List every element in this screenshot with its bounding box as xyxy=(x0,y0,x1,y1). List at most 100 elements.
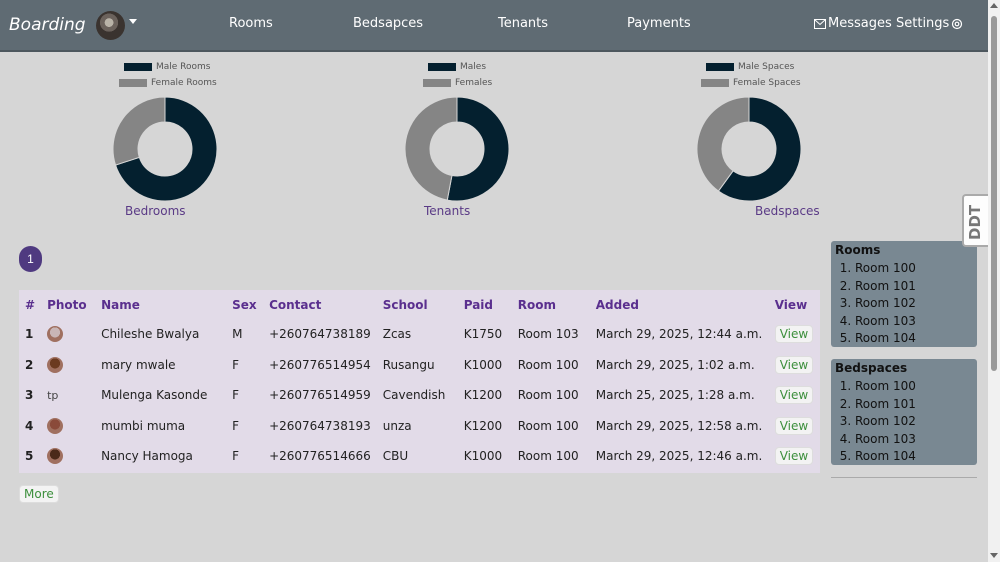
photo-cell xyxy=(41,411,95,442)
cell-paid: K1200 xyxy=(463,388,503,403)
scrollbar-thumb[interactable] xyxy=(991,16,997,371)
list-item[interactable]: Room 102 xyxy=(855,413,977,431)
cell-name: mumbi muma xyxy=(101,418,186,433)
scroll-down-icon[interactable] xyxy=(990,553,998,558)
nav-link-rooms[interactable]: Rooms xyxy=(229,16,273,31)
legend-item-male: Male Spaces xyxy=(706,62,794,72)
cell-added: March 25, 2025, 1:28 a.m. xyxy=(595,388,755,403)
cell-paid: K1750 xyxy=(463,327,503,342)
legend-item-female: Female Spaces xyxy=(701,78,801,88)
tenant-avatar xyxy=(47,326,64,343)
settings-label: Settings xyxy=(896,16,950,31)
view-cell: View xyxy=(769,350,820,381)
list-item[interactable]: Room 102 xyxy=(855,295,977,313)
chart-bedrooms: Male Rooms Female Rooms Bedrooms xyxy=(96,60,316,220)
view-button[interactable]: View xyxy=(774,325,814,344)
nav-link-bedspaces[interactable]: Bedsapces xyxy=(353,16,423,31)
view-cell: View xyxy=(769,411,820,442)
list-item[interactable]: Room 100 xyxy=(855,260,977,278)
gear-icon xyxy=(952,18,963,29)
scrollbar[interactable] xyxy=(988,0,1000,562)
cell-sex: M xyxy=(232,327,243,342)
bedspaces-panel: Bedspaces Room 100 Room 101 Room 102 Roo… xyxy=(831,359,977,465)
col-header-view: View xyxy=(774,297,808,312)
view-button[interactable]: View xyxy=(774,447,814,466)
messages-label: Messages xyxy=(828,16,892,31)
cell-school: Cavendish xyxy=(382,388,446,403)
cell-room: Room 100 xyxy=(517,449,579,464)
user-avatar[interactable] xyxy=(96,11,125,40)
list-item[interactable]: Room 103 xyxy=(855,313,977,331)
row-number: 4 xyxy=(25,418,34,433)
cell-added: March 29, 2025, 12:46 a.m. xyxy=(595,449,763,464)
donut-slice-female xyxy=(112,96,166,166)
legend-item-female: Females xyxy=(423,78,492,88)
view-button[interactable]: View xyxy=(774,386,814,405)
list-item[interactable]: Room 104 xyxy=(855,448,977,466)
view-button[interactable]: View xyxy=(774,355,814,374)
scroll-up-icon[interactable] xyxy=(990,3,998,8)
rooms-panel: Rooms Room 100 Room 101 Room 102 Room 10… xyxy=(831,241,977,347)
cell-paid: K1000 xyxy=(463,357,503,372)
cell-added: March 29, 2025, 12:58 a.m. xyxy=(595,418,763,433)
cell-contact: +260776514959 xyxy=(269,388,371,403)
page-number-button[interactable]: 1 xyxy=(19,246,42,272)
cell-school: unza xyxy=(382,418,412,433)
donut-chart xyxy=(696,96,802,202)
cell-added: March 29, 2025, 1:02 a.m. xyxy=(595,357,755,372)
cell-room: Room 100 xyxy=(517,357,579,372)
cell-room: Room 100 xyxy=(517,418,579,433)
tenant-avatar xyxy=(47,356,64,373)
cell-sex: F xyxy=(232,449,239,464)
view-cell: View xyxy=(769,319,820,350)
photo-cell xyxy=(41,350,95,381)
chart-tenants: Males Females Tenants xyxy=(388,60,608,220)
nav-link-payments[interactable]: Payments xyxy=(627,16,691,31)
chart-bedspaces: Male Spaces Female Spaces Bedspaces xyxy=(680,60,900,220)
chevron-down-icon[interactable] xyxy=(129,19,137,24)
cell-room: Room 103 xyxy=(517,327,579,342)
col-header-added: Added xyxy=(595,297,639,312)
cell-sex: F xyxy=(232,418,239,433)
tenant-avatar xyxy=(47,417,64,434)
col-header-contact: Contact xyxy=(269,297,322,312)
cell-added: March 29, 2025, 12:44 a.m. xyxy=(595,327,763,342)
row-number: 5 xyxy=(25,449,34,464)
nav-link-messages[interactable]: Messages xyxy=(814,16,892,31)
cell-room: Room 100 xyxy=(517,388,579,403)
donut-slice-female xyxy=(404,96,458,201)
list-item[interactable]: Room 101 xyxy=(855,278,977,296)
col-header-name: Name xyxy=(101,297,140,312)
cell-contact: +260776514954 xyxy=(269,357,371,372)
col-header-room: Room xyxy=(517,297,556,312)
chart-label: Bedrooms xyxy=(125,204,186,218)
cell-name: Mulenga Kasonde xyxy=(101,388,208,403)
view-button[interactable]: View xyxy=(774,416,814,435)
cell-school: Zcas xyxy=(382,327,412,342)
legend-item-female: Female Rooms xyxy=(119,78,217,88)
table-row: 1 Chileshe Bwalya M +260764738189 Zcas K1750 R… xyxy=(19,319,820,350)
cell-sex: F xyxy=(232,357,239,372)
nav-link-tenants[interactable]: Tenants xyxy=(498,16,548,31)
cell-sex: F xyxy=(232,388,239,403)
list-item[interactable]: Room 103 xyxy=(855,431,977,449)
cell-contact: +260764738193 xyxy=(269,418,371,433)
list-item[interactable]: Room 100 xyxy=(855,378,977,396)
donut-chart xyxy=(404,96,510,202)
divider xyxy=(831,477,977,478)
col-header-school: School xyxy=(382,297,428,312)
list-item[interactable]: Room 101 xyxy=(855,396,977,414)
nav-link-settings[interactable]: Settings xyxy=(896,16,963,31)
col-header-num: # xyxy=(25,297,36,312)
row-number: 1 xyxy=(25,327,34,342)
chart-label: Tenants xyxy=(424,204,471,218)
side-tab-ddt[interactable]: DDT xyxy=(962,194,988,247)
cell-school: CBU xyxy=(382,449,409,464)
table-row: 5 Nancy Hamoga F +260776514666 CBU K1000 Room … xyxy=(19,441,820,472)
list-item[interactable]: Room 104 xyxy=(855,330,977,348)
row-number: 2 xyxy=(25,357,34,372)
brand-title[interactable]: Boarding xyxy=(9,15,86,35)
more-button[interactable]: More xyxy=(19,485,59,503)
col-header-sex: Sex xyxy=(232,297,257,312)
cell-paid: K1000 xyxy=(463,449,503,464)
